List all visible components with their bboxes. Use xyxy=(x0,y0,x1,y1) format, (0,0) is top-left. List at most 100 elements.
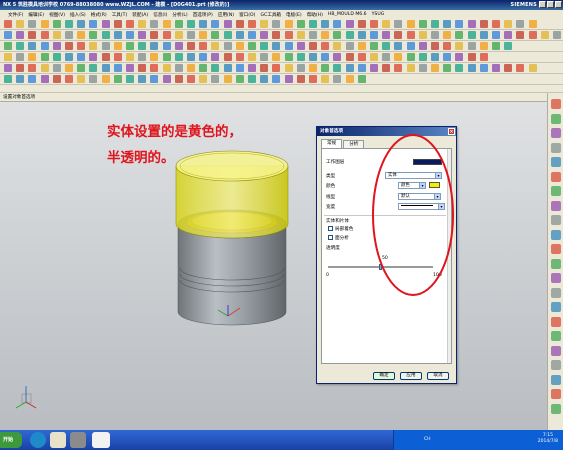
toolbar-icon[interactable] xyxy=(138,42,147,50)
menu-item[interactable]: 帮助(H) xyxy=(307,12,323,18)
toolbar-icon[interactable] xyxy=(138,64,147,72)
toolbar-icon[interactable] xyxy=(443,64,452,72)
toolbar-icon[interactable] xyxy=(65,31,73,39)
toolbar-icon[interactable] xyxy=(28,75,37,83)
toolbar-icon[interactable] xyxy=(321,75,330,83)
resource-bar-icon[interactable] xyxy=(551,99,561,109)
toolbar-icon[interactable] xyxy=(345,64,354,72)
toolbar-icon[interactable] xyxy=(260,64,269,72)
menu-item[interactable]: 信息(I) xyxy=(153,12,167,18)
toolbar-icon[interactable] xyxy=(260,31,269,39)
toolbar-icon[interactable] xyxy=(431,20,439,28)
toolbar-icon[interactable] xyxy=(272,53,281,61)
toolbar-icon[interactable] xyxy=(138,31,147,39)
toolbar-icon[interactable] xyxy=(370,42,378,50)
toolbar-icon[interactable] xyxy=(89,75,98,83)
toolbar-icon[interactable] xyxy=(528,31,537,39)
toolbar-icon[interactable] xyxy=(162,31,171,39)
toolbar-icon[interactable] xyxy=(162,75,171,83)
toolbar-icon[interactable] xyxy=(113,75,122,83)
toolbar-icon[interactable] xyxy=(162,42,171,50)
toolbar-icon[interactable] xyxy=(357,64,366,72)
toolbar-icon[interactable] xyxy=(321,53,330,61)
toolbar-icon[interactable] xyxy=(199,42,208,50)
language-indicator[interactable]: CH xyxy=(424,437,431,442)
toolbar-icon[interactable] xyxy=(394,53,403,61)
toolbar-icon[interactable] xyxy=(174,31,183,39)
menu-item[interactable]: 电极(E) xyxy=(286,12,302,18)
toolbar-icon[interactable] xyxy=(89,42,98,50)
clock[interactable]: 7:15 2014/7/8 xyxy=(538,433,558,445)
toolbar-icon[interactable] xyxy=(540,31,549,39)
toolbar-icon[interactable] xyxy=(138,20,147,28)
toolbar-icon[interactable] xyxy=(272,42,281,50)
toolbar-icon[interactable] xyxy=(345,31,354,39)
toolbar-icon[interactable] xyxy=(150,64,159,72)
toolbar-icon[interactable] xyxy=(101,53,110,61)
toolbar-icon[interactable] xyxy=(16,31,25,39)
toolbar-icon[interactable] xyxy=(284,42,293,50)
toolbar-icon[interactable] xyxy=(516,20,525,28)
toolbar-icon[interactable] xyxy=(479,31,488,39)
toolbar-icon[interactable] xyxy=(113,20,122,28)
face-analysis-checkbox[interactable] xyxy=(328,235,333,240)
toolbar-icon[interactable] xyxy=(504,20,513,28)
toolbar-icon[interactable] xyxy=(418,42,427,50)
toolbar-icon[interactable] xyxy=(4,42,12,50)
toolbar-icon[interactable] xyxy=(357,20,366,28)
resource-bar-icon[interactable] xyxy=(551,345,561,356)
resource-bar-icon[interactable] xyxy=(551,244,561,254)
toolbar-icon[interactable] xyxy=(284,64,293,72)
toolbar-icon[interactable] xyxy=(528,20,537,28)
toolbar-icon[interactable] xyxy=(187,31,195,39)
toolbar-icon[interactable] xyxy=(28,42,37,50)
toolbar-icon[interactable] xyxy=(504,42,513,50)
nx-app-icon[interactable] xyxy=(92,432,110,448)
toolbar-icon[interactable] xyxy=(309,53,317,61)
toolbar-icon[interactable] xyxy=(321,31,330,39)
toolbar-icon[interactable] xyxy=(150,75,159,83)
resource-bar-icon[interactable] xyxy=(551,316,561,327)
toolbar-icon[interactable] xyxy=(211,64,220,72)
toolbar-icon[interactable] xyxy=(113,64,122,72)
toolbar-icon[interactable] xyxy=(284,53,293,61)
toolbar-icon[interactable] xyxy=(455,64,464,72)
toolbar-icon[interactable] xyxy=(309,42,317,50)
toolbar-icon[interactable] xyxy=(467,31,476,39)
toolbar-icon[interactable] xyxy=(284,75,293,83)
toolbar-icon[interactable] xyxy=(492,20,500,28)
toolbar-icon[interactable] xyxy=(357,75,366,83)
toolbar-icon[interactable] xyxy=(65,42,73,50)
resource-bar-icon[interactable] xyxy=(551,157,561,167)
toolbar-icon[interactable] xyxy=(150,31,159,39)
toolbar-icon[interactable] xyxy=(235,31,244,39)
toolbar-icon[interactable] xyxy=(40,53,49,61)
toolbar-icon[interactable] xyxy=(4,75,12,83)
toolbar-icon[interactable] xyxy=(174,20,183,28)
toolbar-icon[interactable] xyxy=(260,75,269,83)
toolbar-icon[interactable] xyxy=(40,20,49,28)
toolbar-icon[interactable] xyxy=(40,64,49,72)
toolbar-icon[interactable] xyxy=(492,64,500,72)
toolbar-icon[interactable] xyxy=(77,42,86,50)
toolbar-icon[interactable] xyxy=(272,20,281,28)
toolbar-icon[interactable] xyxy=(138,75,147,83)
resource-bar-icon[interactable] xyxy=(551,258,561,269)
toolbar-icon[interactable] xyxy=(382,53,391,61)
toolbar-icon[interactable] xyxy=(248,20,256,28)
start-button[interactable]: 开始 xyxy=(0,432,22,448)
toolbar-icon[interactable] xyxy=(126,42,134,50)
toolbar-icon[interactable] xyxy=(418,20,427,28)
toolbar-icon[interactable] xyxy=(467,64,476,72)
toolbar-icon[interactable] xyxy=(223,31,232,39)
toolbar-icon[interactable] xyxy=(370,64,378,72)
toolbar-icon[interactable] xyxy=(272,31,281,39)
toolbar-icon[interactable] xyxy=(321,42,330,50)
toolbar-icon[interactable] xyxy=(199,75,208,83)
resource-bar-icon[interactable] xyxy=(551,186,561,196)
toolbar-icon[interactable] xyxy=(65,75,73,83)
toolbar-icon[interactable] xyxy=(174,64,183,72)
toolbar-icon[interactable] xyxy=(248,42,256,50)
toolbar-icon[interactable] xyxy=(52,53,61,61)
cancel-button[interactable]: 取消 xyxy=(427,372,449,380)
